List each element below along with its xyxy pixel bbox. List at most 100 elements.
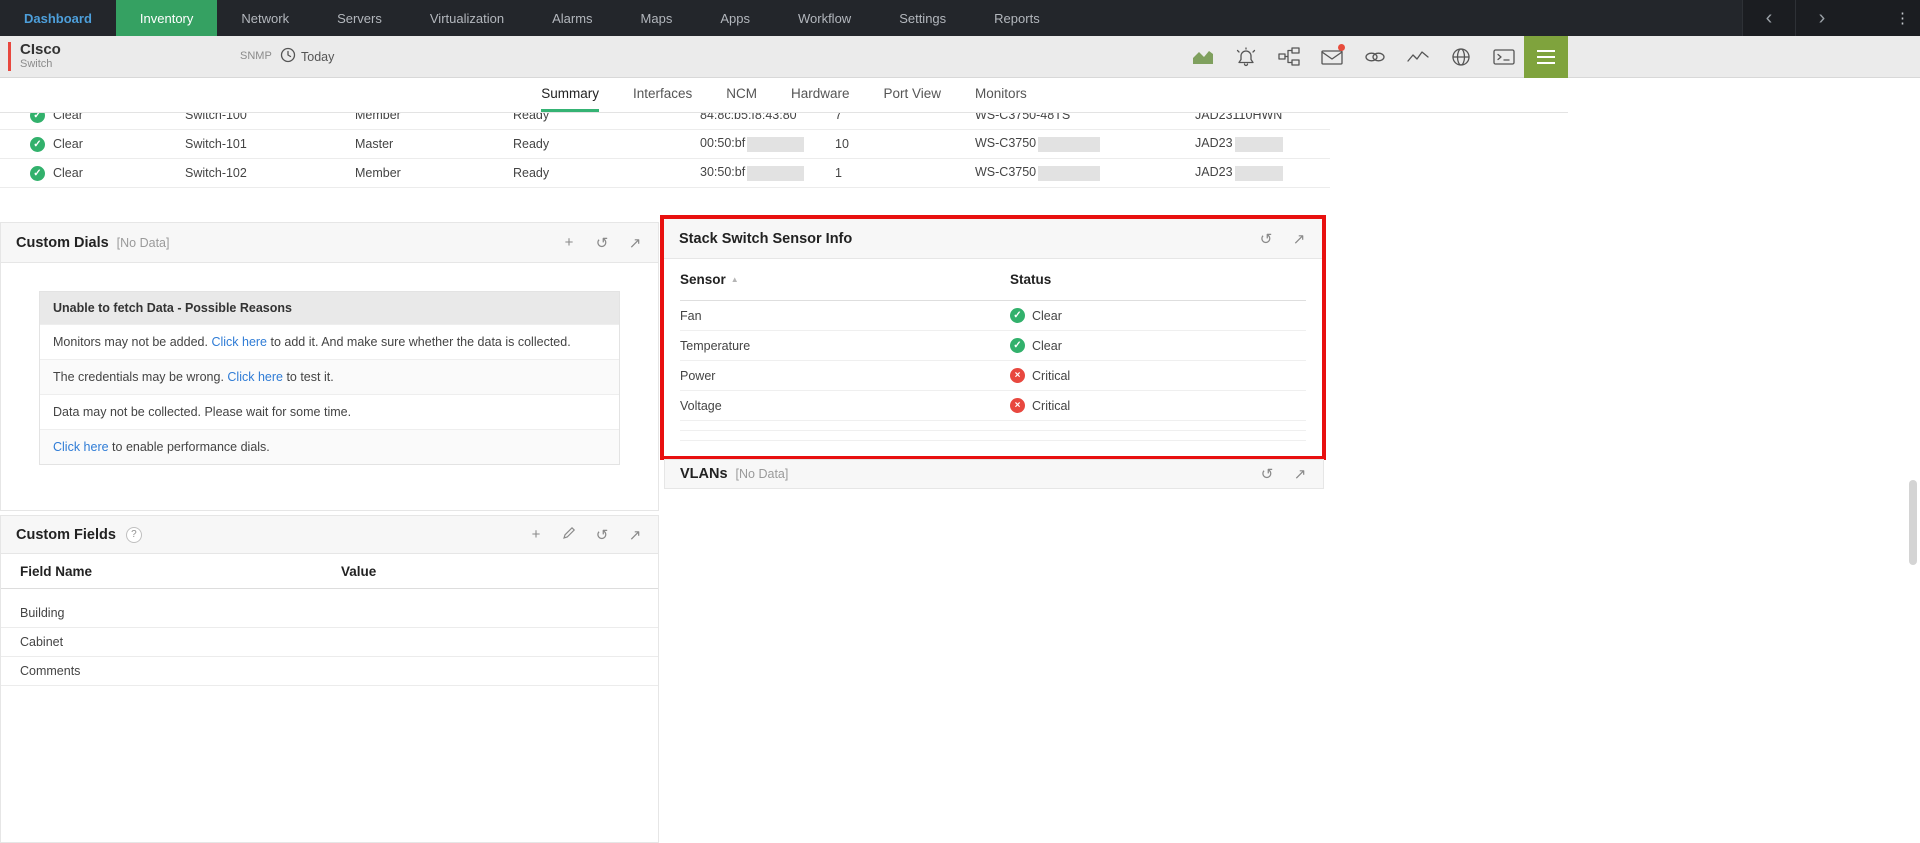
edit-icon[interactable] bbox=[561, 526, 577, 544]
mail-icon[interactable] bbox=[1321, 46, 1343, 68]
nav-item-apps[interactable]: Apps bbox=[696, 0, 774, 36]
sensor-info-header: Stack Switch Sensor Info ↺ ↗ bbox=[664, 219, 1322, 259]
sensor-table: Sensor ▲ Status Fan ✓Clear Temperature ✓… bbox=[664, 259, 1322, 441]
terminal-icon[interactable] bbox=[1493, 46, 1515, 68]
tab-monitors[interactable]: Monitors bbox=[975, 78, 1027, 112]
redaction-box bbox=[1235, 166, 1283, 181]
tab-ncm[interactable]: NCM bbox=[726, 78, 757, 112]
field-row: Cabinet bbox=[1, 628, 658, 657]
status-clear-icon: ✓ bbox=[30, 113, 45, 123]
top-nav-items: Dashboard Inventory Network Servers Virt… bbox=[0, 0, 1064, 36]
redaction-box bbox=[747, 137, 804, 152]
value-column-header: Value bbox=[341, 564, 639, 579]
custom-fields-table-body: Building Cabinet Comments bbox=[1, 599, 658, 686]
panel-title: Custom Fields bbox=[16, 527, 116, 543]
top-nav: Dashboard Inventory Network Servers Virt… bbox=[0, 0, 1920, 36]
member-serial: JAD23 bbox=[1195, 165, 1330, 180]
refresh-icon[interactable]: ↺ bbox=[1258, 230, 1274, 248]
nav-item-alarms[interactable]: Alarms bbox=[528, 0, 616, 36]
reason-row: Click here to enable performance dials. bbox=[40, 429, 619, 464]
member-model: WS-C3750 bbox=[975, 136, 1195, 151]
status-clear-icon: ✓ bbox=[1010, 308, 1025, 323]
panel-title: Stack Switch Sensor Info bbox=[679, 231, 852, 247]
nav-item-servers[interactable]: Servers bbox=[313, 0, 406, 36]
device-accent-bar bbox=[8, 42, 11, 71]
nav-item-maps[interactable]: Maps bbox=[617, 0, 697, 36]
status-clear-icon: ✓ bbox=[30, 137, 45, 152]
member-number: 1 bbox=[835, 166, 975, 180]
refresh-icon[interactable]: ↺ bbox=[1259, 465, 1275, 483]
sensor-table-header: Sensor ▲ Status bbox=[680, 259, 1306, 301]
sensor-column-header[interactable]: Sensor ▲ bbox=[680, 272, 1010, 287]
device-protocol-label: SNMP bbox=[240, 50, 272, 62]
sensor-row: Voltage ×Critical bbox=[680, 391, 1306, 421]
help-icon[interactable]: ? bbox=[126, 527, 142, 543]
link-icon[interactable] bbox=[1364, 46, 1386, 68]
nav-item-workflow[interactable]: Workflow bbox=[774, 0, 875, 36]
member-role: Member bbox=[355, 113, 513, 122]
sensor-info-panel: Stack Switch Sensor Info ↺ ↗ Sensor ▲ St… bbox=[664, 219, 1322, 441]
reasons-title: Unable to fetch Data - Possible Reasons bbox=[40, 292, 619, 324]
nav-overflow-icon[interactable]: ⋮ bbox=[1848, 0, 1920, 36]
sensor-status: Clear bbox=[1032, 309, 1062, 323]
nav-spacer bbox=[1064, 0, 1742, 36]
member-number: 10 bbox=[835, 137, 975, 151]
custom-fields-table-header: Field Name Value bbox=[1, 554, 658, 589]
nav-forward-icon[interactable]: › bbox=[1795, 0, 1848, 36]
no-data-label: [No Data] bbox=[736, 467, 789, 481]
refresh-icon[interactable]: ↺ bbox=[594, 526, 610, 544]
expand-icon[interactable]: ↗ bbox=[627, 526, 643, 544]
reason-text: to add it. And make sure whether the dat… bbox=[267, 335, 571, 349]
sparkline-icon[interactable] bbox=[1407, 46, 1429, 68]
alarm-bell-icon[interactable] bbox=[1235, 46, 1257, 68]
device-header: CIsco Switch SNMP Today bbox=[0, 36, 1920, 78]
nav-back-icon[interactable]: ‹ bbox=[1742, 0, 1795, 36]
member-state: Ready bbox=[513, 166, 700, 180]
field-name-column-header: Field Name bbox=[20, 564, 341, 579]
tab-interfaces[interactable]: Interfaces bbox=[633, 78, 692, 112]
screen: Dashboard Inventory Network Servers Virt… bbox=[0, 0, 1920, 843]
tab-port-view[interactable]: Port View bbox=[884, 78, 942, 112]
page-scrollbar[interactable] bbox=[1909, 480, 1917, 565]
click-here-link[interactable]: Click here bbox=[211, 335, 267, 349]
click-here-link[interactable]: Click here bbox=[53, 440, 109, 454]
annotation-box: Stack Switch Sensor Info ↺ ↗ Sensor ▲ St… bbox=[660, 215, 1326, 460]
member-name: Switch-101 bbox=[185, 137, 355, 151]
member-name: Switch-102 bbox=[185, 166, 355, 180]
expand-icon[interactable]: ↗ bbox=[1292, 465, 1308, 483]
redaction-box bbox=[1038, 166, 1100, 181]
mail-alert-dot bbox=[1338, 44, 1345, 51]
globe-icon[interactable] bbox=[1450, 46, 1472, 68]
nav-item-inventory[interactable]: Inventory bbox=[116, 0, 217, 36]
member-model: WS-C3750 bbox=[975, 165, 1195, 180]
status-clear-icon: ✓ bbox=[30, 166, 45, 181]
sensor-row: Fan ✓Clear bbox=[680, 301, 1306, 331]
time-filter[interactable]: Today bbox=[280, 47, 334, 66]
no-data-label: [No Data] bbox=[117, 236, 170, 250]
nav-item-virtualization[interactable]: Virtualization bbox=[406, 0, 528, 36]
add-icon[interactable]: + bbox=[528, 526, 544, 543]
expand-icon[interactable]: ↗ bbox=[627, 234, 643, 252]
click-here-link[interactable]: Click here bbox=[227, 370, 283, 384]
stack-members-table: ✓Clear Switch-100 Member Ready 84:8c:b5:… bbox=[0, 113, 1330, 196]
topology-icon[interactable] bbox=[1278, 46, 1300, 68]
nav-item-settings[interactable]: Settings bbox=[875, 0, 970, 36]
nav-item-reports[interactable]: Reports bbox=[970, 0, 1064, 36]
tab-hardware[interactable]: Hardware bbox=[791, 78, 850, 112]
table-row: ✓Clear Switch-101 Master Ready 00:50:bf … bbox=[0, 130, 1330, 159]
tab-summary[interactable]: Summary bbox=[541, 78, 599, 112]
device-type-label: Switch bbox=[20, 58, 61, 71]
performance-chart-icon[interactable] bbox=[1192, 46, 1214, 68]
device-toolbar bbox=[1192, 36, 1515, 78]
empty-row bbox=[680, 421, 1306, 431]
refresh-icon[interactable]: ↺ bbox=[594, 234, 610, 252]
device-title: CIsco bbox=[20, 42, 61, 58]
member-serial: JAD23110HWN bbox=[1195, 113, 1330, 122]
nav-item-network[interactable]: Network bbox=[217, 0, 313, 36]
nav-item-dashboard[interactable]: Dashboard bbox=[0, 0, 116, 36]
hamburger-menu-button[interactable] bbox=[1524, 36, 1568, 78]
expand-icon[interactable]: ↗ bbox=[1291, 230, 1307, 248]
add-icon[interactable]: + bbox=[561, 234, 577, 251]
member-status: Clear bbox=[53, 137, 83, 151]
member-mac: 00:50:bf bbox=[700, 136, 835, 151]
